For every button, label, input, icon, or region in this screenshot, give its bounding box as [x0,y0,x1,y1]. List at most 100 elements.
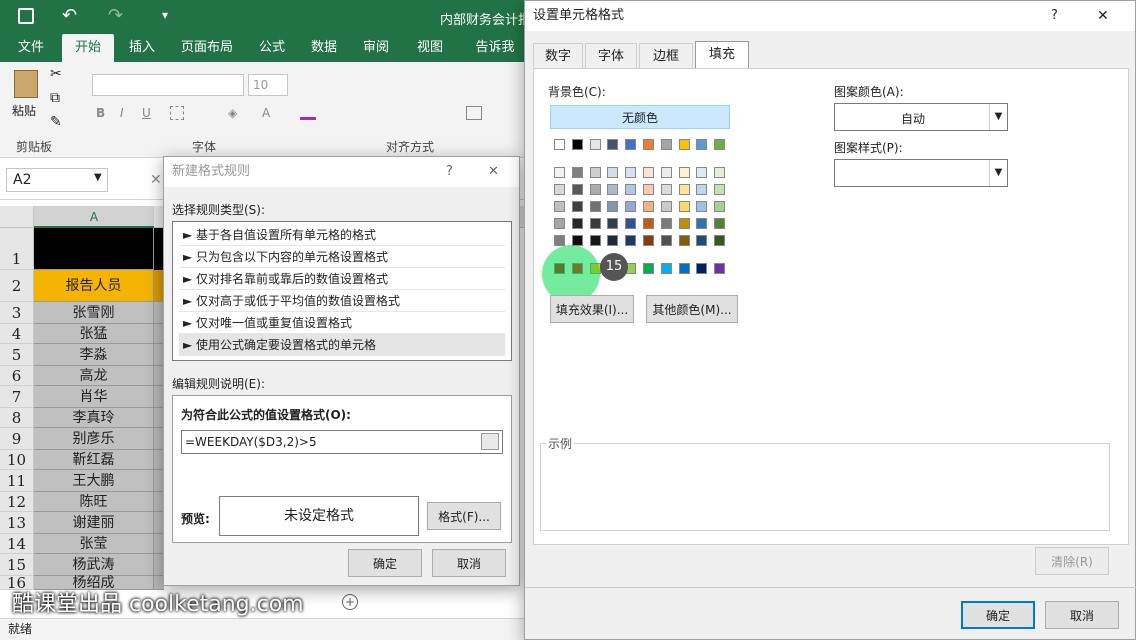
color-swatch[interactable] [589,218,601,229]
more-colors-button[interactable]: 其他颜色(M)... [646,295,738,323]
font-name-box[interactable] [92,74,244,96]
row-header[interactable]: 10 [0,450,34,470]
color-swatch[interactable] [696,263,708,274]
redo-icon[interactable]: ↷ [108,5,123,26]
column-header-a[interactable]: A [34,206,154,228]
color-swatch[interactable] [660,218,672,229]
row-header[interactable]: 12 [0,492,34,512]
color-swatch[interactable] [554,201,565,212]
color-swatch[interactable] [714,201,726,212]
tab-fill[interactable]: 填充 [695,41,749,69]
color-swatch[interactable] [714,167,726,178]
undo-icon[interactable]: ↶ [62,5,77,26]
no-color-button[interactable]: 无颜色 [550,105,730,129]
close-icon[interactable]: ✕ [488,157,499,187]
rule-cancel-button[interactable]: 取消 [432,549,506,577]
color-swatch[interactable] [696,201,708,212]
phonetic-icon[interactable] [300,104,316,120]
font-size-box[interactable]: 10 [248,74,288,96]
color-swatch[interactable] [607,218,619,229]
name-cell[interactable]: 靳红磊 [34,450,154,470]
tab-tell-me[interactable]: 告诉我 [466,34,524,62]
color-swatch[interactable] [589,201,601,212]
color-swatch[interactable] [696,218,708,229]
color-swatch[interactable] [714,139,726,150]
color-swatch[interactable] [696,184,708,195]
color-swatch[interactable] [678,184,690,195]
color-swatch[interactable] [554,184,565,195]
color-swatch[interactable] [571,218,583,229]
fill-color-icon[interactable]: ◈ [228,106,237,120]
color-swatch[interactable] [607,184,619,195]
help-icon[interactable]: ? [1051,1,1058,31]
cancel-entry-icon[interactable]: ✕ [150,172,162,188]
chevron-down-icon[interactable]: ▼ [989,104,1007,130]
color-swatch[interactable] [678,218,690,229]
ok-button[interactable]: 确定 [961,601,1035,629]
name-cell[interactable]: 别彦乐 [34,428,154,450]
color-swatch[interactable] [625,184,637,195]
tab-file[interactable]: 文件 [8,34,54,62]
row-header[interactable]: 15 [0,554,34,576]
name-box-dropdown-icon[interactable]: ▼ [94,172,102,183]
customize-icon[interactable]: ▾ [162,8,168,22]
color-swatch[interactable] [714,263,726,274]
color-swatch[interactable] [607,235,619,246]
font-color-icon[interactable]: A [262,106,270,120]
color-swatch[interactable] [660,184,672,195]
paste-label[interactable]: 粘贴 [12,102,36,119]
color-swatch[interactable] [554,139,565,150]
rule-type-item[interactable]: ► 仅对唯一值或重复值设置格式 [179,312,505,334]
save-icon[interactable] [18,8,34,24]
pattern-style-select[interactable]: ▼ [834,159,1008,187]
tab-review[interactable]: 审阅 [354,34,398,62]
color-swatch[interactable] [571,184,583,195]
header-cell[interactable]: 报告人员 [34,270,154,302]
tab-formulas[interactable]: 公式 [250,34,294,62]
color-swatch[interactable] [571,139,583,150]
color-swatch[interactable] [678,201,690,212]
color-swatch[interactable] [589,167,601,178]
rule-type-item[interactable]: ► 仅对排名靠前或靠后的数值设置格式 [179,268,505,290]
rule-type-item[interactable]: ► 只为包含以下内容的单元格设置格式 [179,246,505,268]
copy-icon[interactable]: ⧉ [50,90,60,106]
color-swatch[interactable] [625,218,637,229]
rule-type-item[interactable]: ► 仅对高于或低于平均值的数值设置格式 [179,290,505,312]
add-sheet-icon[interactable]: + [342,594,358,610]
color-swatch[interactable] [696,167,708,178]
color-swatch[interactable] [625,167,637,178]
italic-icon[interactable]: I [120,106,124,120]
rule-ok-button[interactable]: 确定 [348,549,422,577]
row-header[interactable]: 6 [0,366,34,386]
title-cell[interactable] [34,228,154,270]
name-cell[interactable]: 陈旺 [34,492,154,512]
row-header[interactable]: 13 [0,512,34,534]
color-swatch[interactable] [696,235,708,246]
tab-insert[interactable]: 插入 [120,34,164,62]
color-swatch[interactable] [554,235,565,246]
color-swatch[interactable] [660,263,672,274]
clear-button[interactable]: 清除(R) [1035,547,1109,575]
tab-number[interactable]: 数字 [533,43,583,69]
color-swatch[interactable] [660,201,672,212]
row-header[interactable]: 3 [0,302,34,324]
tab-data[interactable]: 数据 [302,34,346,62]
color-swatch[interactable] [589,184,601,195]
row-header[interactable]: 8 [0,408,34,428]
help-icon[interactable]: ? [446,157,453,187]
row-header[interactable]: 14 [0,534,34,554]
tab-font[interactable]: 字体 [585,43,637,69]
name-cell[interactable]: 张猛 [34,324,154,344]
color-swatch[interactable] [625,201,637,212]
wrap-text-icon[interactable] [466,106,482,120]
formula-input[interactable]: =WEEKDAY($D3,2)>5 [181,430,503,454]
row-header[interactable]: 7 [0,386,34,408]
range-picker-icon[interactable] [481,433,499,450]
name-box[interactable]: A2 [6,168,108,192]
row-header[interactable]: 9 [0,428,34,450]
tab-border[interactable]: 边框 [639,43,693,69]
color-swatch[interactable] [678,139,690,150]
format-painter-icon[interactable]: ✎ [50,114,62,130]
tab-view[interactable]: 视图 [408,34,452,62]
color-swatch[interactable] [643,263,654,274]
